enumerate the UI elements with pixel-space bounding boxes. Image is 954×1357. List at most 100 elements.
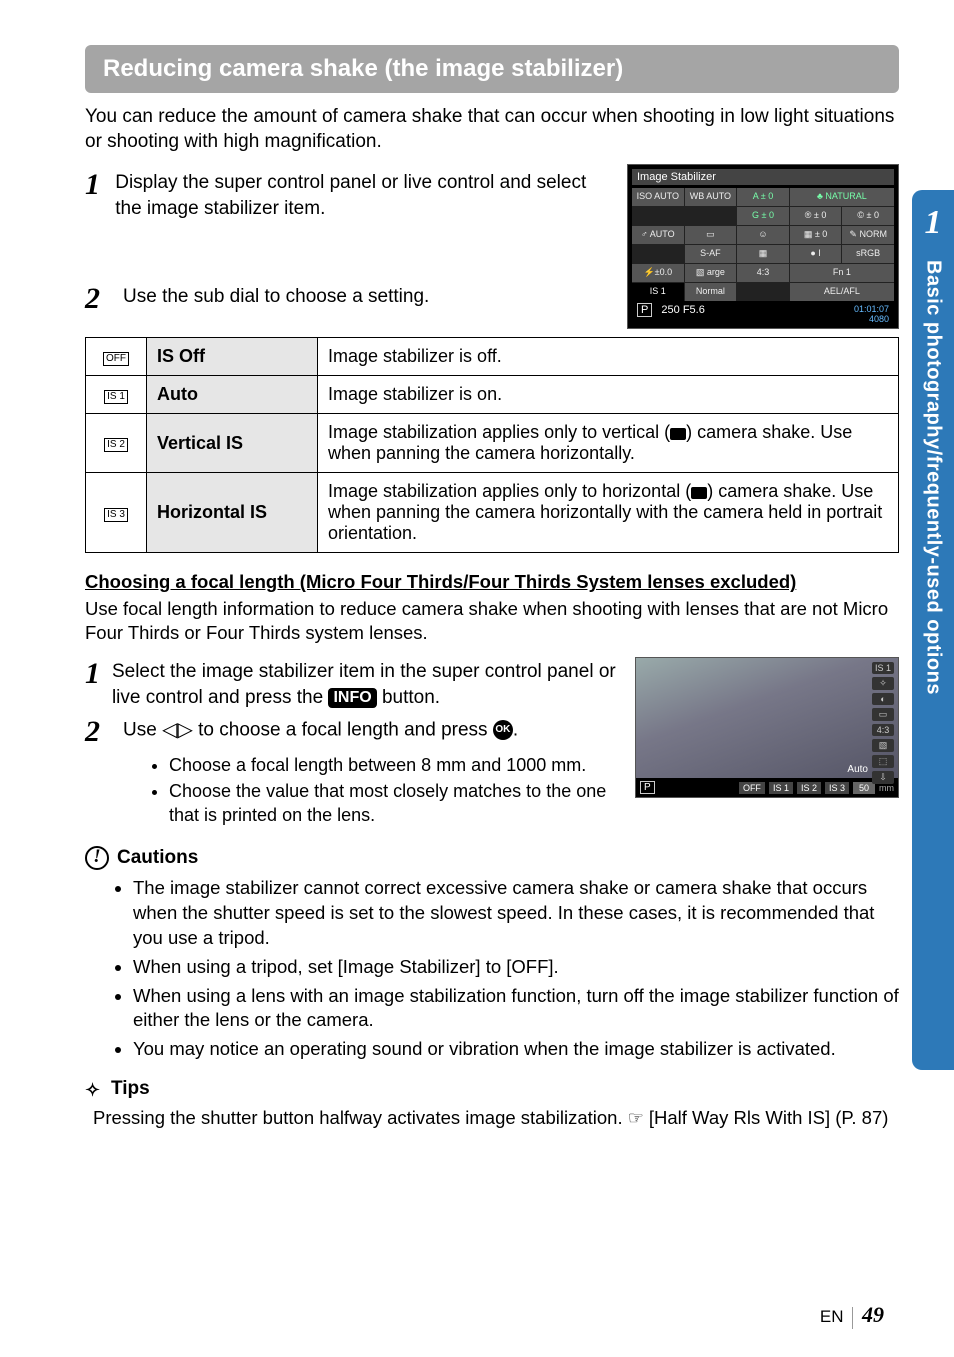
table-row: IS 2 Vertical IS Image stabilization app… <box>86 414 899 473</box>
side-icon: ✧ <box>872 677 894 690</box>
scp-wb: WB AUTO <box>685 188 737 206</box>
step-text: Select the image stabilizer item in the … <box>112 659 619 710</box>
scp-large: ▧ arge <box>685 264 737 282</box>
scp-c0a: ® ± 0 <box>790 207 842 225</box>
is-icon-3: IS 3 <box>86 473 147 553</box>
side-icon: IS 1 <box>872 662 894 674</box>
step-1: 1 Display the super control panel or liv… <box>85 170 611 221</box>
sub-step-1: 1 Select the image stabilizer item in th… <box>85 659 619 710</box>
is-desc: Image stabilizer is on. <box>318 376 899 414</box>
is-name: IS Off <box>147 338 318 376</box>
step-number: 2 <box>85 284 113 314</box>
list-item: When using a lens with an image stabiliz… <box>133 984 899 1034</box>
ok-button-icon: OK <box>493 720 513 740</box>
page-footer: EN 49 <box>820 1302 884 1329</box>
scp-title: Image Stabilizer <box>632 169 894 185</box>
step-text: Display the super control panel or live … <box>115 170 611 221</box>
is-option-1: IS 1 <box>769 782 793 794</box>
scp-single: ▭ <box>685 226 737 244</box>
step-number: 1 <box>85 170 105 200</box>
live-control-bottom: P OFF IS 1 IS 2 IS 3 50 mm <box>636 778 898 797</box>
chapter-label: Basic photography/frequently-used option… <box>922 260 945 695</box>
table-row: OFF IS Off Image stabilizer is off. <box>86 338 899 376</box>
table-row: IS 1 Auto Image stabilizer is on. <box>86 376 899 414</box>
scp-saf: S-AF <box>685 245 737 263</box>
side-icon: ◐ <box>872 693 894 705</box>
is-icon-2: IS 2 <box>86 414 147 473</box>
is-option-off: OFF <box>739 782 765 794</box>
scp-grid: ISO AUTO WB AUTO A ± 0 ♣ NATURAL G ± 0 ®… <box>632 188 894 301</box>
super-control-panel: Image Stabilizer ISO AUTO WB AUTO A ± 0 … <box>627 164 899 329</box>
is-name: Auto <box>147 376 318 414</box>
page-number: 49 <box>862 1302 884 1327</box>
side-icon-column: IS 1 ✧ ◐ ▭ 4:3 ▧ ⬚ ⇩ <box>872 662 894 784</box>
is-desc: Image stabilization applies only to vert… <box>318 414 899 473</box>
vertical-cam-icon <box>670 428 686 440</box>
chapter-side-tab: 1 Basic photography/frequently-used opti… <box>912 190 954 1070</box>
scp-meter: ▦ ± 0 <box>790 226 842 244</box>
side-icon: ▧ <box>872 739 894 752</box>
tips-heading: Tips <box>85 1078 899 1100</box>
scp-grid-cell: ▦ <box>737 245 789 263</box>
step-number: 2 <box>85 717 113 747</box>
scp-bottom-bar: P 250 F5.6 01:01:07 4080 <box>632 301 894 324</box>
cautions-heading: ! Cautions <box>85 846 899 870</box>
step-number: 1 <box>85 659 102 689</box>
scp-face: ☺ <box>737 226 789 244</box>
caution-icon: ! <box>85 846 109 870</box>
scp-normal: Normal <box>685 283 737 301</box>
is-desc: Image stabilization applies only to hori… <box>318 473 899 553</box>
mode-indicator: P <box>640 781 655 794</box>
live-control-panel: IS 1 ✧ ◐ ▭ 4:3 ▧ ⬚ ⇩ Auto P OFF IS 1 IS … <box>635 657 899 798</box>
scp-ael: AEL/AFL <box>790 283 894 301</box>
left-right-arrow-icon: ◁▷ <box>162 719 193 741</box>
scp-aperture: F5.6 <box>683 304 705 316</box>
step-2: 2 Use the sub dial to choose a setting. <box>85 284 611 314</box>
is-desc: Image stabilizer is off. <box>318 338 899 376</box>
scp-timer-a: 01:01:07 <box>854 304 889 314</box>
sub-step-2: 2 Use ◁▷ to choose a focal length and pr… <box>85 717 619 747</box>
pointer-icon <box>628 1107 649 1128</box>
scp-shutter: 250 <box>661 304 679 316</box>
scp-a0: A ± 0 <box>737 188 789 206</box>
scp-g0: G ± 0 <box>737 207 789 225</box>
manual-page: Reducing camera shake (the image stabili… <box>0 0 954 1357</box>
scp-flash-auto: ♂ AUTO <box>632 226 684 244</box>
scp-mic: ● I <box>790 245 842 263</box>
section-title: Reducing camera shake (the image stabili… <box>85 45 899 93</box>
tips-body: Pressing the shutter button halfway acti… <box>93 1106 899 1131</box>
scp-ratio: 4:3 <box>737 264 789 282</box>
focal-length-unit: mm <box>879 783 894 793</box>
scp-ev: ⚡±0.0 <box>632 264 684 282</box>
list-item: Choose a focal length between 8 mm and 1… <box>169 753 619 777</box>
scp-is-selected: IS 1 <box>632 283 684 301</box>
bulb-icon <box>85 1080 103 1098</box>
list-item: You may notice an operating sound or vib… <box>133 1037 899 1062</box>
is-option-2: IS 2 <box>797 782 821 794</box>
scp-iso: ISO AUTO <box>632 188 684 206</box>
is-name: Horizontal IS <box>147 473 318 553</box>
step-text: Use ◁▷ to choose a focal length and pres… <box>123 717 518 744</box>
info-button-icon: INFO <box>328 688 376 708</box>
chapter-number: 1 <box>912 190 954 242</box>
list-item: The image stabilizer cannot correct exce… <box>133 876 899 951</box>
scp-fn: Fn 1 <box>790 264 894 282</box>
side-icon: ⇩ <box>872 771 894 784</box>
scp-natural: ♣ NATURAL <box>790 188 894 206</box>
side-icon: ▭ <box>872 708 894 721</box>
scp-timer-b: 4080 <box>869 314 889 324</box>
side-icon: ⬚ <box>872 755 894 768</box>
subsection-intro: Use focal length information to reduce c… <box>85 597 899 645</box>
side-icon: 4:3 <box>872 724 894 736</box>
sub-bullets: Choose a focal length between 8 mm and 1… <box>129 753 619 828</box>
subsection-heading: Choosing a focal length (Micro Four Thir… <box>85 571 899 593</box>
lang-label: EN <box>820 1307 844 1326</box>
intro-text: You can reduce the amount of camera shak… <box>85 105 899 154</box>
sample-photo: IS 1 ✧ ◐ ▭ 4:3 ▧ ⬚ ⇩ Auto <box>636 658 898 778</box>
scp-mode: P <box>637 303 652 317</box>
is-modes-table: OFF IS Off Image stabilizer is off. IS 1… <box>85 337 899 553</box>
cautions-list: The image stabilizer cannot correct exce… <box>93 876 899 1063</box>
auto-label: Auto <box>847 764 868 775</box>
scp-c0b: © ± 0 <box>842 207 894 225</box>
is-icon-off: OFF <box>86 338 147 376</box>
